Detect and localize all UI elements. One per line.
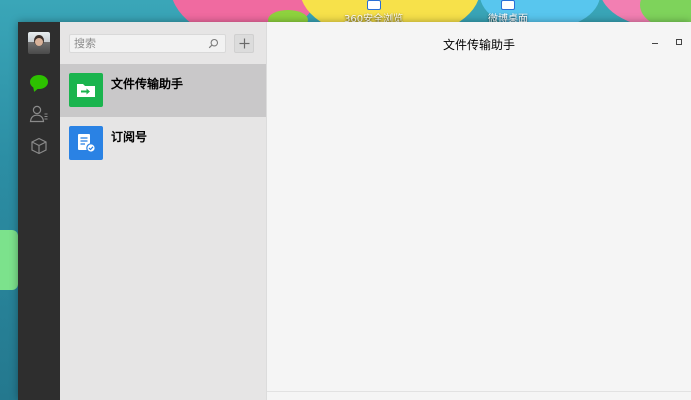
browser-icon — [366, 0, 381, 10]
message-input-area[interactable] — [267, 391, 691, 400]
search-box — [69, 33, 226, 53]
conversation-panel: 文件传输助手 — [266, 22, 691, 400]
weibo-icon — [501, 0, 515, 10]
plus-icon — [239, 38, 249, 48]
nav-favorites-button[interactable] — [18, 130, 60, 162]
maximize-button[interactable] — [667, 34, 691, 50]
nav-chats-button[interactable] — [18, 66, 60, 98]
subscription-icon — [69, 126, 103, 160]
message-area[interactable] — [267, 66, 691, 392]
nav-sidebar — [18, 22, 60, 400]
search-bar — [60, 22, 266, 64]
conversation-header: 文件传输助手 — [267, 22, 691, 66]
favorites-cube-icon — [31, 137, 47, 155]
search-input[interactable] — [70, 34, 225, 52]
chat-item-label: 订阅号 — [111, 130, 148, 144]
maximize-icon — [676, 39, 682, 45]
wechat-window: 文件传输助手 订阅号 文件传输助手 — [18, 22, 691, 400]
minimize-button[interactable] — [643, 34, 667, 50]
chat-item-subscriptions[interactable]: 订阅号 — [60, 117, 266, 170]
wallpaper-shape — [0, 230, 18, 290]
search-icon[interactable] — [208, 38, 219, 49]
window-controls — [643, 34, 691, 50]
page-title: 文件传输助手 — [442, 37, 515, 52]
nav-contacts-button[interactable] — [18, 98, 60, 130]
minimize-icon — [652, 42, 658, 44]
file-transfer-icon — [69, 73, 103, 107]
start-group-chat-button[interactable] — [234, 33, 254, 53]
avatar[interactable] — [28, 32, 50, 54]
chat-item-label: 文件传输助手 — [111, 77, 184, 91]
chat-list-panel: 文件传输助手 订阅号 — [60, 22, 266, 400]
chat-icon — [30, 75, 48, 89]
contacts-icon — [29, 105, 48, 123]
chat-item-file-transfer[interactable]: 文件传输助手 — [60, 64, 266, 117]
